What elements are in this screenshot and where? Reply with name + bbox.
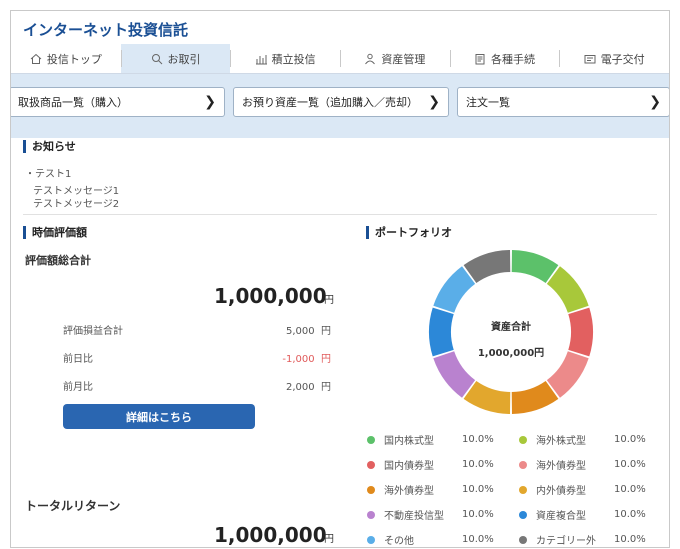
legend-dot-icon bbox=[519, 485, 527, 494]
legend-label: カテゴリー外 bbox=[536, 536, 596, 547]
legend-item: 不動産投信型 10.0% bbox=[367, 507, 494, 522]
legend-dot-icon bbox=[519, 435, 527, 444]
tab-asset-management[interactable]: 資産管理 bbox=[340, 44, 450, 73]
valuation-total-unit: 円 bbox=[324, 295, 334, 306]
main-tabs: 投信トップ お取引 積立投信 資産管理 各種手続 電子交付 bbox=[11, 44, 669, 74]
legend-item: その他 10.0% bbox=[367, 532, 494, 547]
legend-label: 内外債券型 bbox=[536, 486, 586, 497]
person-icon bbox=[364, 53, 376, 65]
tab-label: 積立投信 bbox=[271, 52, 316, 66]
legend-percent: 10.0% bbox=[462, 509, 494, 520]
legend-dot-icon bbox=[519, 460, 527, 469]
quick-links-bar: 取扱商品一覧（購入） ❯ お預り資産一覧（追加購入／売却） ❯ 注文一覧 ❯ bbox=[11, 74, 669, 138]
portfolio-heading: ポートフォリオ bbox=[366, 226, 452, 239]
legend-percent: 10.0% bbox=[462, 534, 494, 545]
button-label: 取扱商品一覧（購入） bbox=[18, 96, 128, 109]
legend-dot-icon bbox=[367, 435, 375, 444]
holdings-list-button[interactable]: お預り資産一覧（追加購入／売却） ❯ bbox=[233, 87, 449, 117]
legend-percent: 10.0% bbox=[614, 534, 646, 545]
search-icon bbox=[151, 53, 163, 65]
valuation-row-label: 評価損益合計 bbox=[63, 326, 123, 337]
legend-item: 国内債券型 10.0% bbox=[367, 457, 494, 472]
chevron-right-icon: ❯ bbox=[649, 94, 661, 110]
tab-top[interactable]: 投信トップ bbox=[11, 44, 121, 73]
document-icon bbox=[474, 53, 486, 65]
legend-percent: 10.0% bbox=[462, 484, 494, 495]
legend-percent: 10.0% bbox=[614, 459, 646, 470]
tab-label: 投信トップ bbox=[46, 52, 102, 66]
tab-label: お取引 bbox=[167, 52, 201, 66]
divider bbox=[23, 214, 657, 215]
news-message: テストメッセージ2 bbox=[33, 199, 120, 210]
legend-label: 国内株式型 bbox=[384, 436, 434, 447]
legend-dot-icon bbox=[367, 510, 375, 519]
legend-label: 海外債券型 bbox=[536, 461, 586, 472]
legend-label: 資産複合型 bbox=[536, 511, 586, 522]
legend-item: カテゴリー外 10.0% bbox=[519, 532, 646, 547]
tab-accumulation[interactable]: 積立投信 bbox=[230, 44, 340, 73]
donut-segment bbox=[429, 307, 454, 357]
legend-item: 国内株式型 10.0% bbox=[367, 432, 494, 447]
button-label: 注文一覧 bbox=[466, 96, 510, 109]
tab-trading[interactable]: お取引 bbox=[120, 44, 231, 73]
legend-dot-icon bbox=[367, 460, 375, 469]
legend-percent: 10.0% bbox=[614, 509, 646, 520]
legend-label: 不動産投信型 bbox=[384, 511, 444, 522]
legend-label: 海外株式型 bbox=[536, 436, 586, 447]
valuation-row-label: 前月比 bbox=[63, 382, 93, 393]
valuation-total-value: 1,000,000 bbox=[214, 284, 327, 308]
legend-item: 海外債券型 10.0% bbox=[367, 482, 494, 497]
total-return-unit: 円 bbox=[324, 534, 334, 545]
order-list-button[interactable]: 注文一覧 ❯ bbox=[457, 87, 669, 117]
donut-segment bbox=[568, 307, 593, 357]
legend-label: 海外債券型 bbox=[384, 486, 434, 497]
legend-percent: 10.0% bbox=[462, 434, 494, 445]
news-item[interactable]: ・テスト1 bbox=[25, 165, 71, 180]
tab-procedures[interactable]: 各種手続 bbox=[449, 44, 560, 73]
news-heading: お知らせ bbox=[23, 140, 76, 153]
legend-label: 国内債券型 bbox=[384, 461, 434, 472]
legend-item: 資産複合型 10.0% bbox=[519, 507, 646, 522]
valuation-row-value: 5,000 円 bbox=[286, 326, 331, 337]
legend-dot-icon bbox=[367, 535, 375, 544]
legend-percent: 10.0% bbox=[614, 484, 646, 495]
total-return-value: 1,000,000 bbox=[214, 523, 327, 547]
home-icon bbox=[30, 53, 42, 65]
donut-segment bbox=[546, 266, 589, 313]
app-title: インターネット投資信託 bbox=[23, 21, 189, 39]
legend-dot-icon bbox=[519, 510, 527, 519]
details-button[interactable]: 詳細はこちら bbox=[63, 404, 255, 429]
valuation-heading: 時価評価額 bbox=[23, 226, 87, 239]
envelope-icon bbox=[584, 53, 596, 65]
bar-chart-icon bbox=[255, 53, 267, 65]
valuation-row-value: 2,000 円 bbox=[286, 382, 331, 393]
legend-item: 海外株式型 10.0% bbox=[519, 432, 646, 447]
tab-label: 各種手続 bbox=[491, 52, 536, 66]
legend-item: 海外債券型 10.0% bbox=[519, 457, 646, 472]
chevron-right-icon: ❯ bbox=[204, 94, 216, 110]
legend-dot-icon bbox=[519, 535, 527, 544]
valuation-row-label: 前日比 bbox=[63, 354, 93, 365]
tab-electronic-delivery[interactable]: 電子交付 bbox=[559, 44, 669, 73]
legend-item: 内外債券型 10.0% bbox=[519, 482, 646, 497]
donut-segment bbox=[433, 266, 476, 313]
valuation-total-label: 評価額総合計 bbox=[25, 254, 91, 267]
tab-label: 電子交付 bbox=[600, 52, 645, 66]
tab-label: 資産管理 bbox=[381, 52, 426, 66]
legend-percent: 10.0% bbox=[614, 434, 646, 445]
button-label: お預り資産一覧（追加購入／売却） bbox=[242, 96, 418, 109]
product-list-button[interactable]: 取扱商品一覧（購入） ❯ bbox=[11, 87, 225, 117]
legend-dot-icon bbox=[367, 485, 375, 494]
legend-label: その他 bbox=[384, 536, 414, 547]
donut-center-value: 1,000,000円 bbox=[477, 348, 545, 359]
app-frame: インターネット投資信託 投信トップ お取引 積立投信 資産管理 各種手続 電子交… bbox=[10, 10, 670, 548]
donut-center-label: 資産合計 bbox=[491, 322, 531, 333]
chevron-right-icon: ❯ bbox=[428, 94, 440, 110]
legend-percent: 10.0% bbox=[462, 459, 494, 470]
total-return-label: トータルリターン bbox=[25, 499, 121, 513]
news-item-title: テスト1 bbox=[35, 169, 72, 180]
valuation-row-value: -1,000 円 bbox=[282, 354, 331, 365]
